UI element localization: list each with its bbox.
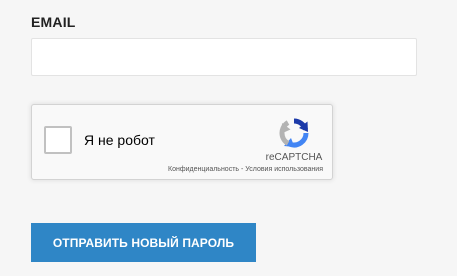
email-field[interactable]: [31, 38, 417, 76]
recaptcha-checkbox-label: Я не робот: [84, 132, 155, 148]
terms-link[interactable]: Условия использования: [245, 166, 323, 173]
email-label: EMAIL: [31, 14, 76, 30]
recaptcha-logo-icon: [279, 118, 309, 148]
recaptcha-checkbox[interactable]: [44, 126, 72, 154]
recaptcha-links: Конфиденциальность - Условия использован…: [168, 166, 323, 173]
privacy-link[interactable]: Конфиденциальность: [168, 166, 239, 173]
recaptcha-brand-label: reCAPTCHA: [265, 152, 323, 163]
recaptcha-widget: Я не робот reCAPTCHA Конфиденциальность …: [31, 104, 333, 180]
send-new-password-button[interactable]: ОТПРАВИТЬ НОВЫЙ ПАРОЛЬ: [31, 223, 256, 262]
